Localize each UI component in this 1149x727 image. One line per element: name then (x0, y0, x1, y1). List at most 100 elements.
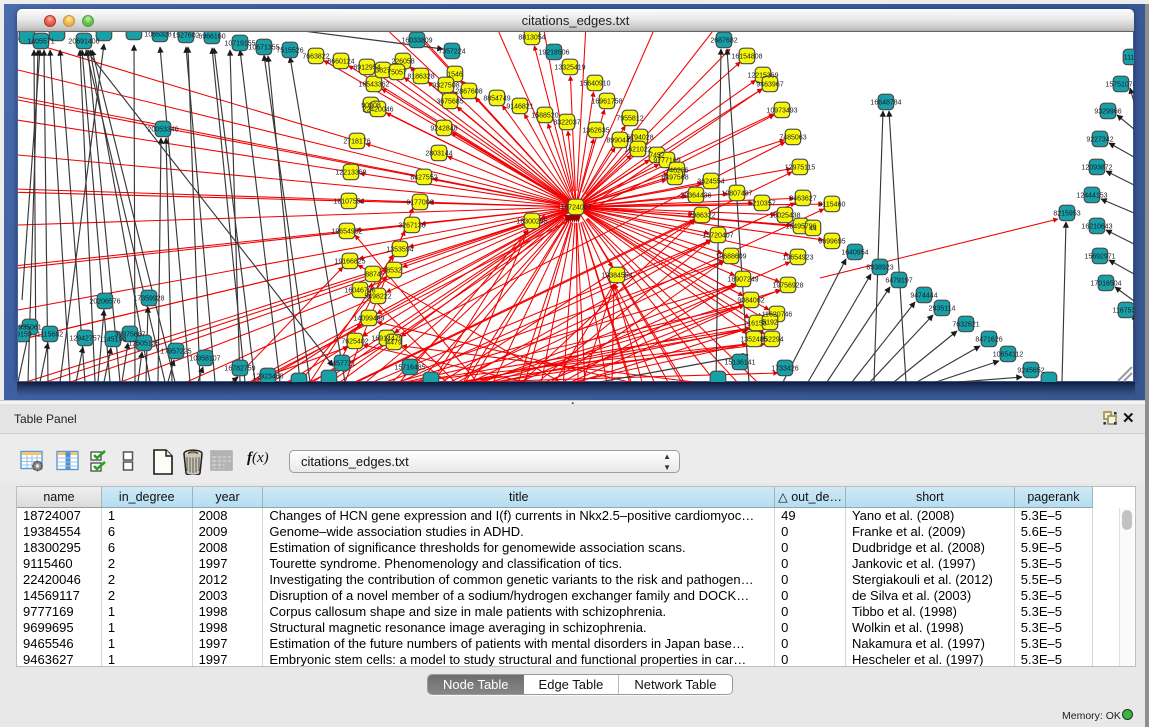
svg-text:8215953: 8215953 (1053, 211, 1080, 218)
svg-text:10025438: 10025438 (769, 213, 800, 220)
svg-text:18724007: 18724007 (560, 205, 591, 212)
svg-text:16107554: 16107554 (333, 199, 364, 206)
svg-text:7663822: 7663822 (302, 54, 329, 61)
svg-text:1167533: 1167533 (1113, 308, 1134, 315)
svg-text:15751074: 15751074 (1105, 82, 1134, 89)
svg-text:10807487: 10807487 (721, 191, 752, 198)
svg-text:5192: 5192 (762, 320, 778, 327)
svg-text:15692971: 15692971 (1084, 254, 1115, 261)
svg-text:30975867: 30975867 (114, 332, 145, 339)
svg-text:1527602: 1527602 (172, 33, 199, 40)
svg-text:2687682: 2687682 (710, 38, 737, 45)
svg-text:8532: 8532 (386, 268, 402, 275)
svg-text:9177006: 9177006 (406, 200, 433, 207)
svg-text:8322037: 8322037 (553, 120, 580, 127)
svg-text:6479197: 6479197 (885, 278, 912, 285)
svg-text:935061: 935061 (18, 325, 41, 332)
svg-text:10688609: 10688609 (715, 254, 746, 261)
svg-text:9227342: 9227342 (1086, 137, 1113, 144)
svg-text:2935114: 2935114 (929, 306, 956, 313)
svg-text:1621022: 1621022 (624, 147, 651, 154)
svg-text:7632621: 7632621 (952, 322, 979, 329)
svg-text:13325419: 13325419 (554, 65, 585, 72)
svg-text:1112: 1112 (1124, 55, 1134, 62)
svg-text:39159: 39159 (18, 332, 32, 339)
svg-text:8854749: 8854749 (483, 96, 510, 103)
svg-text:9474444: 9474444 (910, 293, 937, 300)
svg-text:1362635: 1362635 (582, 128, 609, 135)
svg-text:19654952: 19654952 (331, 229, 362, 236)
svg-text:16961758: 16961758 (591, 99, 622, 106)
svg-text:7986322: 7986322 (688, 213, 715, 220)
svg-text:14099489: 14099489 (353, 316, 384, 323)
svg-text:17957225: 17957225 (160, 349, 191, 356)
svg-text:2867608: 2867608 (455, 89, 482, 96)
svg-text:9329966: 9329966 (1094, 109, 1121, 116)
svg-text:19384554: 19384554 (601, 273, 632, 280)
svg-text:8874: 8874 (365, 272, 381, 279)
svg-text:12093872: 12093872 (1081, 165, 1112, 172)
svg-text:19654923: 19654923 (782, 255, 813, 262)
svg-text:20364436: 20364436 (680, 193, 711, 200)
svg-text:20053346: 20053346 (147, 127, 178, 134)
svg-text:10958107: 10958107 (189, 356, 220, 363)
svg-text:10973493: 10973493 (766, 108, 797, 115)
svg-text:7515526: 7515526 (276, 48, 303, 55)
svg-text:4479: 4479 (386, 340, 402, 347)
svg-text:1546: 1546 (447, 72, 463, 79)
svg-text:3675685: 3675685 (436, 99, 463, 106)
svg-text:3267130: 3267130 (398, 223, 425, 230)
svg-text:6497568: 6497568 (661, 175, 688, 182)
svg-text:7625402: 7625402 (341, 339, 368, 346)
svg-text:8186328: 8186328 (407, 74, 434, 81)
svg-text:18300295: 18300295 (516, 219, 547, 226)
svg-text:7357224: 7357224 (438, 49, 465, 56)
svg-text:9457721: 9457721 (328, 361, 355, 368)
svg-text:16543362: 16543362 (358, 82, 389, 89)
svg-text:8427552: 8427552 (410, 175, 437, 182)
svg-text:9146821: 9146821 (506, 104, 533, 111)
svg-text:75057: 75057 (387, 70, 407, 77)
svg-text:5498222: 5498222 (364, 294, 391, 301)
svg-text:12923468: 12923468 (252, 374, 283, 381)
svg-text:8938923: 8938923 (866, 265, 893, 272)
svg-text:16210643: 16210643 (1081, 224, 1112, 231)
svg-text:8660124: 8660124 (327, 59, 354, 66)
svg-text:1353594: 1353594 (386, 247, 413, 254)
svg-text:12975115: 12975115 (785, 165, 816, 172)
svg-text:15136141: 15136141 (724, 360, 755, 367)
svg-text:226058: 226058 (391, 59, 414, 66)
svg-text:9463967: 9463967 (756, 82, 783, 89)
svg-text:16782759: 16782759 (224, 366, 255, 373)
svg-text:9777169: 9777169 (653, 158, 680, 165)
svg-text:1588520: 1588520 (531, 113, 558, 120)
svg-text:9242848: 9242848 (430, 126, 457, 133)
svg-text:3624554: 3624554 (697, 179, 724, 186)
svg-text:9463627: 9463627 (789, 196, 816, 203)
svg-text:2803144: 2803144 (425, 151, 452, 158)
svg-text:6210357: 6210357 (748, 201, 775, 208)
svg-text:22420046: 22420046 (362, 107, 393, 114)
svg-text:16648784: 16648784 (870, 100, 901, 107)
svg-text:9115460: 9115460 (819, 202, 846, 209)
svg-text:746266: 746266 (665, 168, 688, 175)
svg-text:12942757: 12942757 (69, 336, 100, 343)
svg-text:12444153: 12444153 (1076, 193, 1107, 200)
svg-text:1405571: 1405571 (27, 39, 54, 46)
svg-text:19756928: 19756928 (772, 283, 803, 290)
svg-text:15720407: 15720407 (702, 233, 733, 240)
svg-text:1640954: 1640954 (841, 250, 868, 257)
svg-text:18907249: 18907249 (727, 277, 758, 284)
svg-text:6794028: 6794028 (626, 135, 653, 142)
svg-text:9245652: 9245652 (1017, 368, 1044, 375)
svg-text:44: 44 (809, 226, 817, 233)
svg-text:252294: 252294 (760, 337, 783, 344)
svg-text:8813054: 8813054 (518, 35, 545, 42)
svg-text:2718176: 2718176 (343, 139, 370, 146)
svg-text:10671355: 10671355 (248, 45, 279, 52)
svg-text:15716485: 15716485 (394, 365, 425, 372)
svg-text:10653287: 10653287 (144, 32, 175, 39)
svg-text:6966160: 6966160 (198, 34, 225, 41)
svg-text:11620746: 11620746 (762, 312, 793, 319)
svg-text:17359928: 17359928 (133, 296, 164, 303)
